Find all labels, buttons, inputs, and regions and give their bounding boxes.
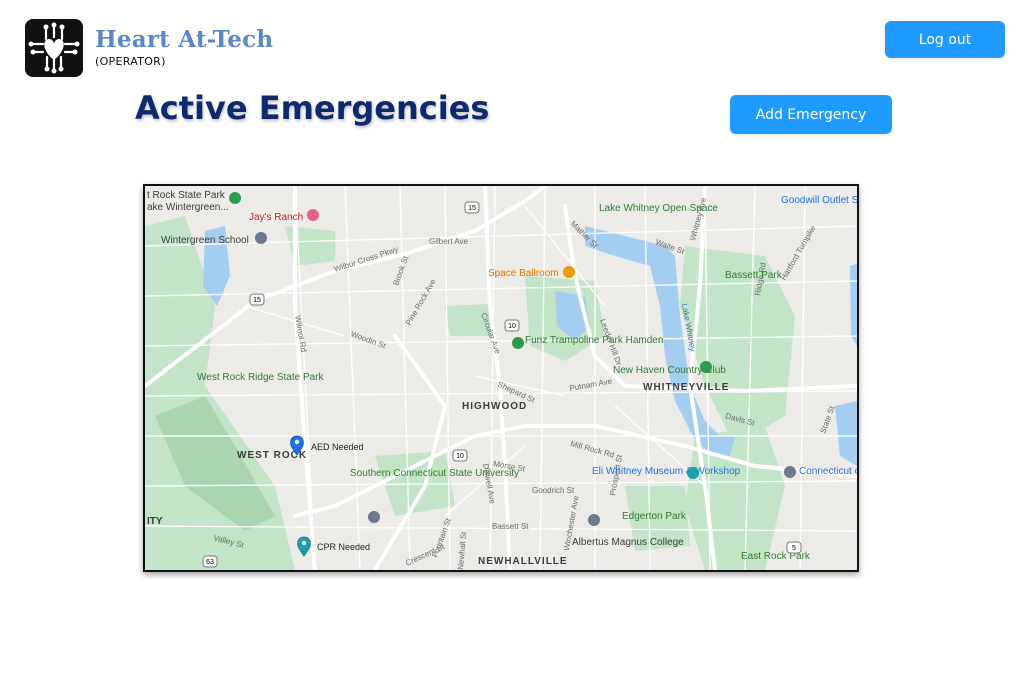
- map-label: Wintergreen School: [161, 235, 249, 246]
- route-shield-icon: 5: [786, 541, 802, 554]
- heart-circuit-icon: [25, 19, 83, 77]
- svg-text:5: 5: [792, 545, 796, 552]
- route-shield-icon: 15: [464, 201, 480, 214]
- add-emergency-button[interactable]: Add Emergency: [730, 95, 892, 134]
- map-label: Funz Trampoline Park Hamden: [525, 335, 663, 346]
- brand-role: (OPERATOR): [95, 55, 166, 68]
- svg-text:10: 10: [456, 453, 464, 460]
- map-label: WHITNEYVILLE: [643, 382, 729, 393]
- street-label: Gilbert Ave: [429, 237, 469, 246]
- emergency-map[interactable]: t Rock State Park ake Wintergreen... Jay…: [143, 184, 859, 572]
- route-shield-icon: 10: [504, 319, 520, 332]
- map-label: Goodwill Outlet S: [781, 195, 857, 206]
- map-label: ake Wintergreen...: [147, 202, 229, 213]
- route-shield-icon: 63: [202, 555, 218, 568]
- brand-name: Heart At-Tech: [95, 26, 274, 53]
- map-label: ITY: [147, 516, 163, 527]
- map-label: Edgerton Park: [622, 511, 687, 522]
- marker-label: CPR Needed: [317, 542, 370, 552]
- map-label: NEWHALLVILLE: [478, 556, 568, 567]
- marker-label: AED Needed: [311, 442, 364, 452]
- street-label: Bassett St: [492, 522, 529, 531]
- map-label: Space Ballroom: [488, 268, 559, 279]
- map-label: Southern Connecticut State University: [350, 468, 519, 479]
- map-label: t Rock State Park: [147, 190, 226, 201]
- map-label: Jay's Ranch: [249, 212, 303, 223]
- street-label: Goodrich St: [532, 486, 575, 495]
- logout-button[interactable]: Log out: [885, 21, 1005, 58]
- map-label: HIGHWOOD: [462, 401, 527, 412]
- route-shield-icon: 15: [249, 293, 265, 306]
- route-shield-icon: 10: [452, 449, 468, 462]
- svg-text:15: 15: [253, 297, 261, 304]
- map-label: Albertus Magnus College: [572, 537, 684, 548]
- map-label: West Rock Ridge State Park: [197, 372, 325, 383]
- svg-text:10: 10: [508, 323, 516, 330]
- map-label: Connecticut of Motor Veh: [799, 466, 857, 477]
- map-label: Bassett Park: [725, 270, 783, 281]
- page-title: Active Emergencies: [135, 89, 490, 127]
- svg-text:15: 15: [468, 205, 476, 212]
- svg-text:63: 63: [206, 559, 214, 566]
